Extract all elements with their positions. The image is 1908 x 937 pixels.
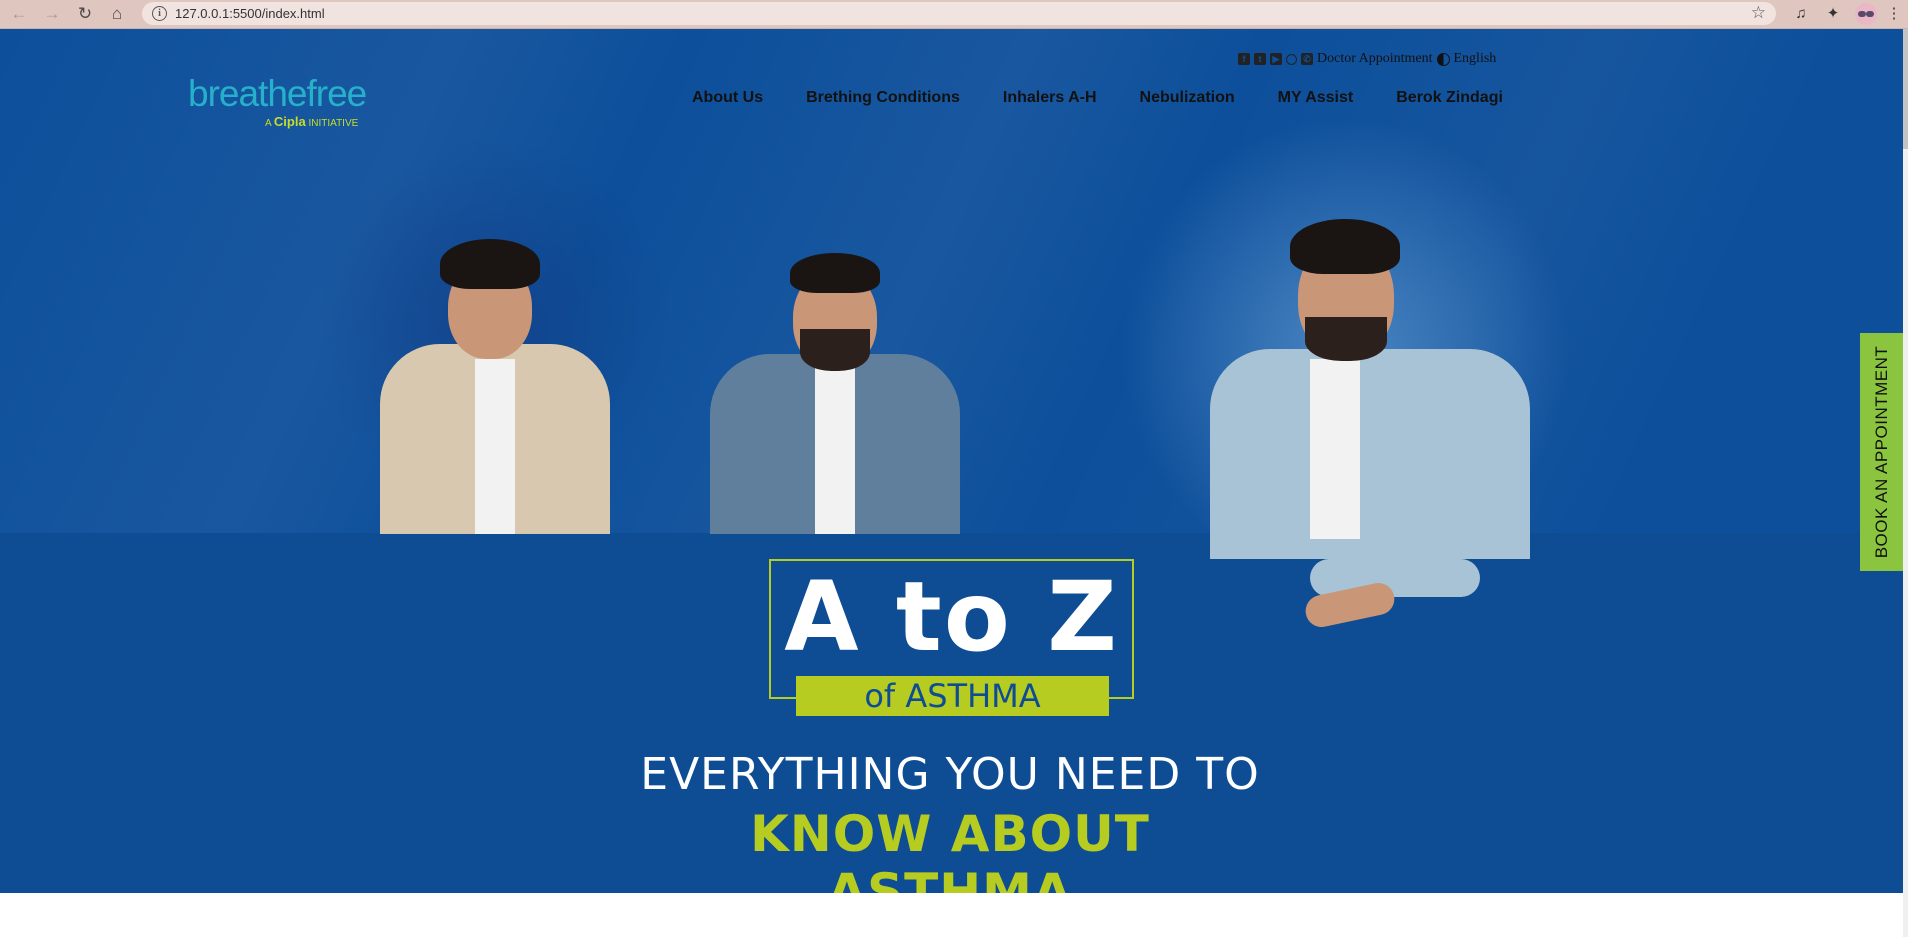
back-icon[interactable]: ← [8,3,30,25]
main-nav: About Us Brething Conditions Inhalers A-… [692,89,1546,107]
hero-banner: breathefree A Cipla INITIATIVE f t ▶ ✆ D… [0,29,1903,893]
bookmark-star-icon[interactable]: ☆ [1751,3,1766,23]
youtube-icon[interactable]: ▶ [1270,53,1282,65]
contrast-icon[interactable] [1436,52,1450,66]
person-center-image [700,239,970,534]
person-right-tshirt [1310,359,1360,539]
extension-icon[interactable]: ♫ [1791,4,1811,24]
hero-tagline-line1: EVERYTHING YOU NEED TO [640,749,1260,800]
doctor-appointment-link[interactable]: Doctor Appointment [1317,51,1433,67]
hero-subtitle: of ASTHMA [796,676,1109,716]
person-right-hair [1290,219,1400,274]
logo-tagline: A Cipla INITIATIVE [265,114,358,129]
nav-berok-zindagi[interactable]: Berok Zindagi [1396,89,1503,107]
hero-tagline-line2: KNOW ABOUT ASTHMA [750,805,1150,893]
twitter-icon[interactable]: t [1254,53,1266,65]
person-right-beard [1305,317,1387,361]
site-info-icon[interactable]: i [152,6,167,21]
logo[interactable]: breathefree A Cipla INITIATIVE [188,73,388,133]
nav-about-us[interactable]: About Us [692,89,763,107]
browser-toolbar: ← → ↻ ⌂ i 127.0.0.1:5500/index.html ☆ ♫ … [0,0,1908,29]
person-left-shirt [475,359,515,534]
logo-tagline-prefix: A [265,118,272,129]
nav-brething-conditions[interactable]: Brething Conditions [806,89,960,107]
nav-nebulization[interactable]: Nebulization [1140,89,1235,107]
logo-tagline-brand: Cipla [273,114,306,129]
person-left-hair [440,239,540,289]
page-scrollbar[interactable] [1903,29,1908,937]
scrollbar-thumb[interactable] [1903,29,1908,149]
person-left-image [370,229,620,534]
person-center-beard [800,329,870,371]
puzzle-icon[interactable]: ✦ [1823,4,1843,24]
home-icon[interactable]: ⌂ [106,3,128,25]
menu-icon[interactable]: ⋮ [1884,4,1904,24]
facebook-icon[interactable]: f [1238,53,1250,65]
person-right-shirt [1210,349,1530,559]
person-right-image [1190,219,1550,649]
instagram-icon[interactable] [1286,53,1297,65]
url-text[interactable]: 127.0.0.1:5500/index.html [175,6,325,21]
profile-avatar[interactable] [1855,3,1877,25]
language-select[interactable]: English [1454,51,1497,67]
person-center-hair [790,253,880,293]
top-utility-bar: f t ▶ ✆ Doctor Appointment English [1238,51,1496,67]
forward-icon[interactable]: → [41,3,63,25]
logo-wordmark: breathefree [188,73,367,114]
book-appointment-tab[interactable]: BOOK AN APPOINTMENT [1860,333,1904,571]
nav-my-assist[interactable]: MY Assist [1278,89,1354,107]
reload-icon[interactable]: ↻ [74,3,96,25]
logo-tagline-suffix: INITIATIVE [308,118,359,129]
person-center-tshirt [815,364,855,534]
phone-icon[interactable]: ✆ [1301,53,1313,65]
nav-inhalers[interactable]: Inhalers A-H [1003,89,1097,107]
hero-title: A to Z [784,561,1119,673]
address-bar[interactable]: i 127.0.0.1:5500/index.html ☆ [142,2,1776,25]
book-appointment-label: BOOK AN APPOINTMENT [1872,345,1891,559]
